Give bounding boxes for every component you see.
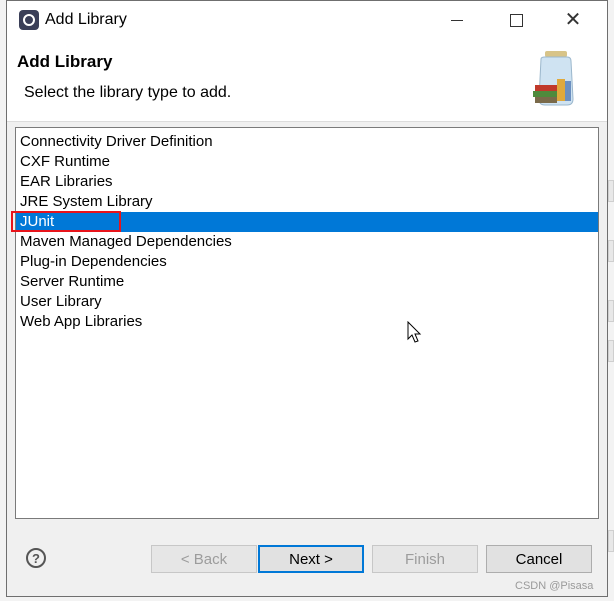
- minimize-button[interactable]: [434, 1, 480, 39]
- next-button[interactable]: Next >: [258, 545, 364, 573]
- background-fragment: [608, 300, 614, 322]
- watermark: CSDN @Pisasa: [515, 580, 594, 592]
- background-fragment: [608, 240, 614, 262]
- page-description: Select the library type to add.: [24, 84, 232, 101]
- add-library-dialog: Add Library ✕ Add Library Select the lib…: [6, 0, 608, 597]
- background-fragment: [608, 180, 614, 202]
- finish-button[interactable]: Finish: [372, 545, 478, 573]
- mouse-pointer-icon: [407, 321, 422, 343]
- background-fragment: [608, 340, 614, 362]
- help-icon[interactable]: ?: [26, 548, 46, 568]
- library-jar-icon: [533, 51, 574, 106]
- library-item[interactable]: Server Runtime: [16, 272, 598, 292]
- back-button[interactable]: < Back: [151, 545, 257, 573]
- close-button[interactable]: ✕: [550, 1, 596, 39]
- library-item[interactable]: EAR Libraries: [16, 172, 598, 192]
- library-type-list[interactable]: Connectivity Driver Definition CXF Runtim…: [15, 127, 599, 519]
- library-item[interactable]: Web App Libraries: [16, 312, 598, 332]
- eclipse-icon: [19, 10, 39, 30]
- cancel-button[interactable]: Cancel: [486, 545, 592, 573]
- library-list: Connectivity Driver Definition CXF Runtim…: [16, 128, 598, 332]
- library-item[interactable]: Maven Managed Dependencies: [16, 232, 598, 252]
- title-bar[interactable]: Add Library ✕: [7, 1, 607, 39]
- library-item[interactable]: Plug-in Dependencies: [16, 252, 598, 272]
- wizard-header: Add Library Select the library type to a…: [7, 39, 607, 122]
- page-title: Add Library: [17, 52, 113, 71]
- library-item[interactable]: CXF Runtime: [16, 152, 598, 172]
- maximize-button[interactable]: [493, 1, 539, 39]
- library-item[interactable]: JUnit: [16, 212, 598, 232]
- close-icon: ✕: [564, 9, 582, 31]
- library-item[interactable]: JRE System Library: [16, 192, 598, 212]
- maximize-icon: [509, 13, 523, 27]
- background-fragment: [608, 530, 614, 552]
- library-item[interactable]: User Library: [16, 292, 598, 312]
- window-title: Add Library: [45, 11, 127, 28]
- minimize-icon: [451, 19, 463, 21]
- library-item[interactable]: Connectivity Driver Definition: [16, 132, 598, 152]
